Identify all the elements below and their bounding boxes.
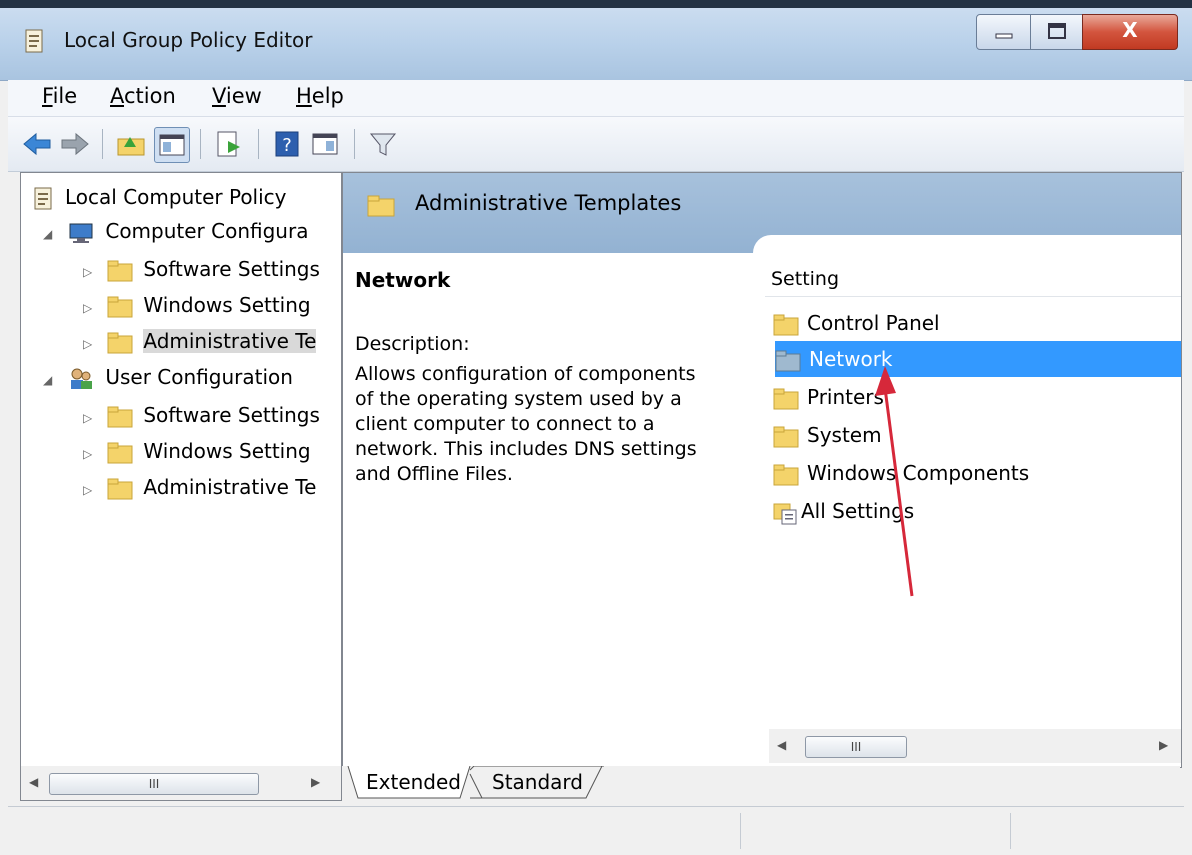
- tree-item-label: Administrative Te: [143, 329, 317, 353]
- tab-extended[interactable]: Extended: [366, 766, 461, 798]
- close-icon: X: [1122, 18, 1138, 42]
- folder-icon: [773, 314, 799, 335]
- tree-item-computer-configuration[interactable]: ◢ Computer Configura: [43, 215, 308, 247]
- scroll-thumb[interactable]: III: [49, 773, 259, 795]
- tree-item-user-configuration[interactable]: ◢ User Configuration: [43, 361, 293, 393]
- folder-icon: [107, 296, 133, 317]
- details-pane: Administrative Templates Network Descrip…: [342, 172, 1182, 768]
- setting-column-header[interactable]: Setting: [765, 261, 1181, 297]
- list-item-printers[interactable]: Printers: [773, 379, 1179, 415]
- folder-icon: [773, 388, 799, 409]
- status-bar: [8, 806, 1184, 853]
- console-tree: Local Computer Policy ◢ Computer Configu…: [20, 172, 342, 768]
- collapsed-triangle-icon[interactable]: ▷: [83, 256, 101, 288]
- tree-item-label: Windows Setting: [143, 293, 311, 317]
- list-item-system[interactable]: System: [773, 417, 1179, 453]
- tree-item-user-administrative-templates[interactable]: ▷ Administrative Te: [83, 471, 316, 503]
- folder-icon: [107, 332, 133, 353]
- help-icon[interactable]: ?: [270, 127, 304, 161]
- forward-arrow-icon[interactable]: [58, 127, 92, 161]
- svg-text:?: ?: [282, 135, 292, 156]
- back-arrow-icon[interactable]: [20, 127, 54, 161]
- tree-item-user-software-settings[interactable]: ▷ Software Settings: [83, 399, 320, 431]
- menu-help[interactable]: Help: [296, 84, 344, 108]
- title-bar: Local Group Policy Editor X: [0, 0, 1192, 81]
- collapsed-triangle-icon[interactable]: ▷: [83, 402, 101, 434]
- tree-item-label: Software Settings: [143, 403, 320, 427]
- scroll-right-arrow-icon[interactable]: ▶: [1159, 738, 1168, 752]
- tree-item-label: Software Settings: [143, 257, 320, 281]
- scroll-thumb[interactable]: III: [805, 736, 907, 758]
- computer-icon: [69, 223, 93, 243]
- folder-icon: [107, 442, 133, 463]
- window-title: Local Group Policy Editor: [64, 28, 313, 52]
- tree-item-computer-windows-settings[interactable]: ▷ Windows Setting: [83, 289, 311, 321]
- folder-icon: [107, 260, 133, 281]
- menu-view[interactable]: View: [212, 84, 262, 108]
- toolbar-separator: [200, 129, 201, 159]
- toolbar: ?: [8, 117, 1184, 172]
- collapsed-triangle-icon[interactable]: ▷: [83, 328, 101, 360]
- tree-item-computer-administrative-templates[interactable]: ▷ Administrative Te: [83, 325, 317, 360]
- scroll-left-arrow-icon[interactable]: ◀: [29, 775, 38, 789]
- tree-horizontal-scrollbar[interactable]: ◀ III ▶: [20, 766, 342, 801]
- details-header-title: Administrative Templates: [415, 191, 682, 215]
- tree-item-label: Local Computer Policy: [65, 185, 287, 209]
- policy-editor-icon: [25, 29, 43, 53]
- folder-icon: [773, 426, 799, 447]
- list-item-network[interactable]: Network: [775, 341, 1181, 377]
- status-cell: [1010, 813, 1181, 849]
- toolbar-separator: [258, 129, 259, 159]
- tree-item-label: Administrative Te: [143, 475, 317, 499]
- status-cell: [740, 813, 1011, 849]
- menu-action[interactable]: Action: [110, 84, 176, 108]
- window-top-edge: [0, 0, 1192, 8]
- show-hide-console-tree-icon[interactable]: [154, 127, 190, 163]
- list-item-windows-components[interactable]: Windows Components: [773, 455, 1179, 491]
- up-folder-icon[interactable]: [114, 127, 148, 161]
- tree-item-computer-software-settings[interactable]: ▷ Software Settings: [83, 253, 320, 285]
- expanded-triangle-icon[interactable]: ◢: [43, 364, 61, 396]
- minimize-icon: [995, 33, 1013, 39]
- export-list-icon[interactable]: [212, 127, 246, 161]
- tab-standard[interactable]: Standard: [492, 766, 583, 798]
- collapsed-triangle-icon[interactable]: ▷: [83, 474, 101, 506]
- toolbar-separator: [102, 129, 103, 159]
- tree-item-label: Computer Configura: [105, 219, 309, 243]
- maximize-button[interactable]: [1030, 14, 1084, 50]
- list-item-all-settings[interactable]: All Settings: [773, 493, 1179, 529]
- list-item-control-panel[interactable]: Control Panel: [773, 305, 1179, 341]
- folder-icon: [775, 350, 801, 371]
- scroll-left-arrow-icon[interactable]: ◀: [777, 738, 786, 752]
- filter-icon[interactable]: [366, 127, 400, 161]
- folder-icon: [107, 406, 133, 427]
- expanded-triangle-icon[interactable]: ◢: [43, 218, 61, 250]
- description-panel: [343, 253, 753, 767]
- tree-item-user-windows-settings[interactable]: ▷ Windows Setting: [83, 435, 311, 467]
- maximize-icon: [1048, 23, 1066, 39]
- tree-item-label: Windows Setting: [143, 439, 311, 463]
- menu-bar: File Action View Help: [8, 80, 1184, 117]
- scroll-right-arrow-icon[interactable]: ▶: [311, 775, 320, 789]
- folder-icon: [107, 478, 133, 499]
- folder-icon: [367, 195, 395, 217]
- users-icon: [71, 368, 93, 389]
- list-horizontal-scrollbar[interactable]: ◀ III ▶: [769, 729, 1181, 763]
- show-hide-action-pane-icon[interactable]: [308, 127, 342, 161]
- menu-file[interactable]: File: [42, 84, 77, 108]
- tree-item-local-computer-policy[interactable]: Local Computer Policy: [33, 181, 287, 213]
- description-label: Description:: [355, 333, 470, 355]
- all-settings-icon: [773, 503, 797, 524]
- policy-icon: [34, 187, 52, 209]
- tree-item-label: User Configuration: [105, 365, 293, 389]
- folder-icon: [773, 464, 799, 485]
- close-button[interactable]: X: [1082, 14, 1178, 50]
- collapsed-triangle-icon[interactable]: ▷: [83, 438, 101, 470]
- minimize-button[interactable]: [976, 14, 1032, 50]
- toolbar-separator: [354, 129, 355, 159]
- collapsed-triangle-icon[interactable]: ▷: [83, 292, 101, 324]
- selected-item-heading: Network: [355, 268, 451, 292]
- view-tabs: Extended Standard: [342, 766, 1180, 800]
- description-text: Allows configuration of components of th…: [355, 363, 697, 485]
